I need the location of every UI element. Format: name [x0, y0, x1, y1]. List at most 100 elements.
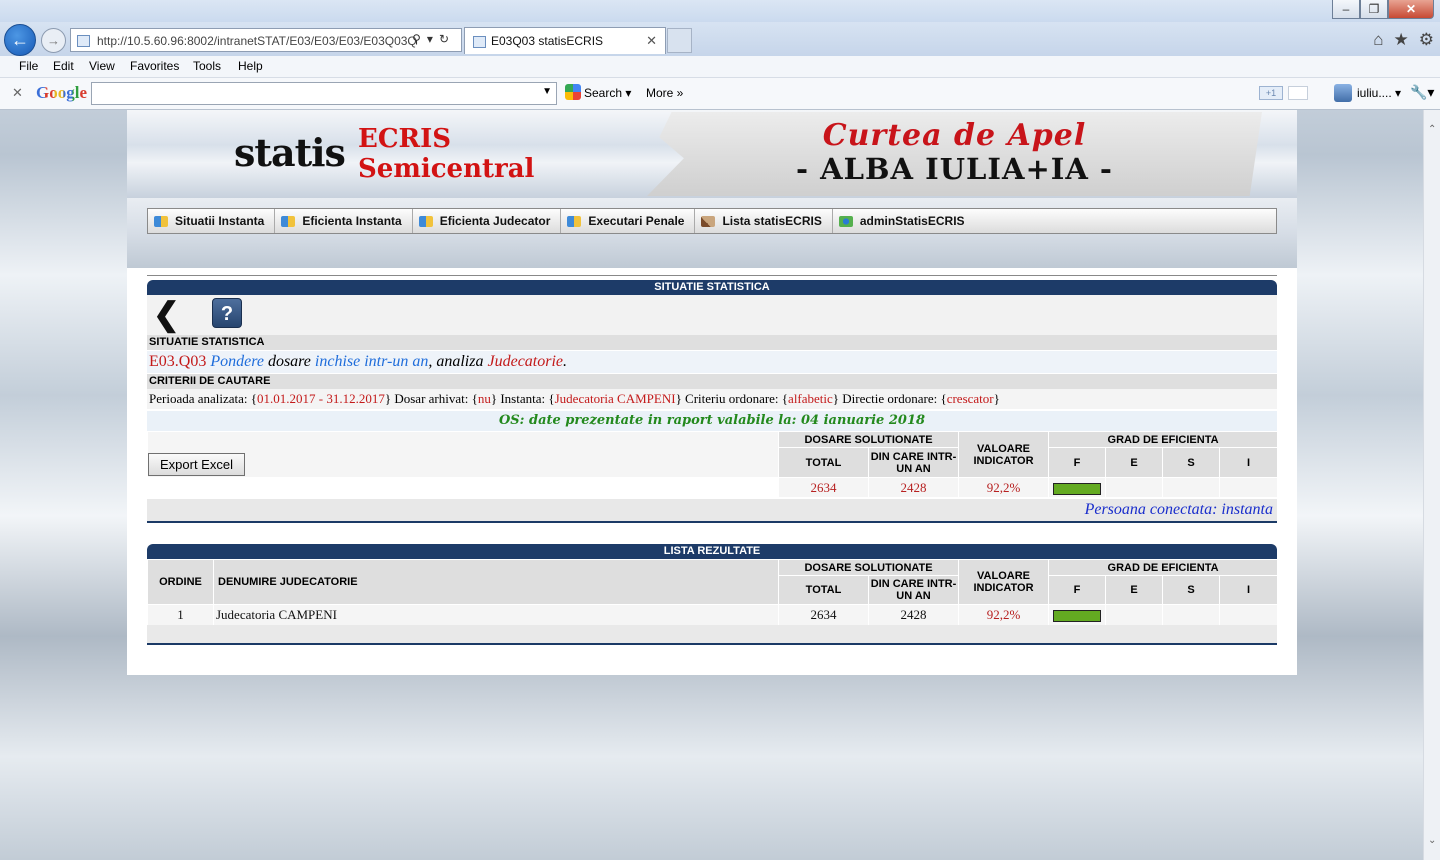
home-icon[interactable]: ⌂: [1373, 30, 1383, 50]
nav-eficienta-judecator[interactable]: Eficienta Judecator: [413, 209, 562, 233]
database-icon: [567, 215, 582, 227]
col-din-care: DIN CARE INTR-UN AN: [867, 575, 960, 605]
desc-dot: .: [563, 353, 568, 370]
col-total: TOTAL: [778, 447, 869, 478]
row-grad-s: [1162, 604, 1221, 626]
toolbar-close-icon[interactable]: ✕: [12, 85, 23, 101]
logo-semicentral: Semicentral: [358, 154, 535, 184]
minimize-icon[interactable]: –: [1332, 0, 1360, 19]
more-button[interactable]: More »: [646, 86, 683, 100]
col-dosare: DOSARE SOLUTIONATE: [777, 559, 960, 576]
user-avatar[interactable]: [1334, 84, 1352, 102]
report-description: E03.Q03 Pondere dosare inchise intr-un a…: [147, 351, 1277, 373]
menu-view[interactable]: View: [89, 59, 115, 73]
crit-court-label: } Instanta: {: [490, 391, 555, 406]
back-arrow-icon[interactable]: ←: [4, 24, 36, 56]
crit-order-label: } Criteriu ordonare: {: [675, 391, 789, 406]
efficiency-bar: [1053, 610, 1102, 623]
share-box[interactable]: [1288, 86, 1308, 100]
divider: [147, 521, 1277, 523]
forward-arrow-icon[interactable]: →: [41, 28, 66, 53]
connected-user: Persoana conectata: instanta: [147, 499, 1277, 521]
window-titlebar: – ❐ ✕: [0, 0, 1440, 24]
divider: [147, 643, 1277, 645]
google-logo: Google: [36, 83, 87, 102]
refresh-icon[interactable]: ↻: [439, 32, 455, 46]
crit-period-label: Perioada analizata: {: [149, 391, 258, 406]
crit-direction-value: crescator: [946, 391, 994, 406]
scroll-up-icon[interactable]: ⌃: [1428, 124, 1436, 135]
window-controls: – ❐ ✕: [1332, 0, 1434, 19]
page-icon: [77, 35, 90, 47]
col-grad: GRAD DE EFICIENTA: [1048, 431, 1279, 448]
desc-pondere: Pondere: [210, 353, 264, 370]
section-title-situatie: SITUATIE STATISTICA: [147, 280, 1277, 295]
google-search-button[interactable]: Search ▾: [584, 86, 631, 100]
gear-icon[interactable]: ⚙: [1419, 30, 1434, 50]
menu-edit[interactable]: Edit: [53, 59, 74, 73]
row-grad-i: [1219, 604, 1279, 626]
nav-label: Executari Penale: [588, 214, 685, 228]
scroll-down-icon[interactable]: ⌄: [1428, 835, 1436, 846]
nav-adminstatisecris[interactable]: adminStatisECRIS: [833, 209, 975, 233]
wrench-icon[interactable]: 🔧▾: [1410, 84, 1434, 101]
col-valoare: VALOARE INDICATOR: [958, 431, 1050, 478]
row-denumire: Judecatoria CAMPENI: [213, 604, 779, 626]
search-criteria: Perioada analizata: {01.01.2017 - 31.12.…: [147, 389, 1277, 409]
menu-file[interactable]: File: [19, 59, 38, 73]
new-tab-button[interactable]: [667, 28, 692, 53]
nav-executari-penale[interactable]: Executari Penale: [561, 209, 696, 233]
google-search-input[interactable]: ▼: [91, 82, 557, 105]
col-grad-f: F: [1048, 447, 1107, 478]
address-bar[interactable]: http://10.5.60.96:8002/intranetSTAT/E03/…: [70, 28, 462, 52]
col-dosare: DOSARE SOLUTIONATE: [777, 431, 960, 448]
nav-label: Eficienta Instanta: [302, 214, 402, 228]
crit-archive-value: nu: [477, 391, 491, 406]
crit-direction-label: } Directie ordonare: {: [832, 391, 947, 406]
col-total: TOTAL: [778, 575, 869, 605]
maximize-icon[interactable]: ❐: [1360, 0, 1388, 19]
page-scrollbar[interactable]: ⌃ ⌄: [1423, 110, 1440, 860]
nav-situatii-instanta[interactable]: Situatii Instanta: [148, 209, 276, 233]
database-icon: [154, 215, 168, 227]
google-search-icon[interactable]: [565, 84, 581, 100]
back-icon[interactable]: ❮: [153, 297, 180, 331]
chevron-down-icon[interactable]: ▾: [427, 32, 439, 46]
plus-one-button[interactable]: +1: [1259, 86, 1283, 100]
chevron-down-icon[interactable]: ▼: [542, 86, 552, 97]
address-tools[interactable]: ⚲▾↻: [412, 32, 455, 46]
menu-tools[interactable]: Tools: [193, 59, 221, 73]
crit-end: }: [993, 391, 1000, 406]
subhead-criterii: CRITERII DE CAUTARE: [147, 374, 1277, 389]
row-din-care: 2428: [867, 604, 960, 626]
desc-analiza: , analiza: [428, 353, 484, 370]
menu-help[interactable]: Help: [238, 59, 263, 73]
col-din-care: DIN CARE INTR-UN AN: [867, 447, 960, 478]
nav-eficienta-instanta[interactable]: Eficienta Instanta: [275, 209, 413, 233]
database-icon: [418, 215, 433, 227]
user-name[interactable]: iuliu.... ▾: [1357, 86, 1401, 100]
tab-close-icon[interactable]: ✕: [646, 33, 657, 49]
table-row: 1 Judecatoria CAMPENI 2634 2428 92,2%: [147, 604, 1279, 626]
export-excel-button[interactable]: Export Excel: [148, 453, 245, 476]
row-ordine: 1: [147, 604, 214, 626]
col-valoare: VALOARE INDICATOR: [958, 559, 1050, 605]
close-icon[interactable]: ✕: [1388, 0, 1434, 19]
browser-tab[interactable]: E03Q03 statisECRIS ✕: [464, 27, 666, 54]
summary-total: 2634: [778, 477, 869, 498]
col-grad-i: I: [1219, 447, 1279, 478]
help-icon[interactable]: ?: [212, 298, 242, 328]
col-ordine: ORDINE: [147, 559, 214, 605]
col-grad: GRAD DE EFICIENTA: [1048, 559, 1279, 576]
summary-grad-s: [1162, 477, 1221, 498]
search-icon[interactable]: ⚲: [412, 32, 427, 46]
court-title: Curtea de Apel: [822, 118, 1087, 153]
menu-favorites[interactable]: Favorites: [130, 59, 179, 73]
summary-grad-f: [1048, 477, 1107, 498]
row-grad-f: [1048, 604, 1107, 626]
nav-lista-statisecris[interactable]: Lista statisECRIS: [695, 209, 833, 233]
subhead-situatie: SITUATIE STATISTICA: [147, 335, 1277, 350]
nav-label: adminStatisECRIS: [859, 214, 965, 228]
star-icon[interactable]: ★: [1394, 30, 1409, 50]
col-grad-i: I: [1219, 575, 1279, 605]
